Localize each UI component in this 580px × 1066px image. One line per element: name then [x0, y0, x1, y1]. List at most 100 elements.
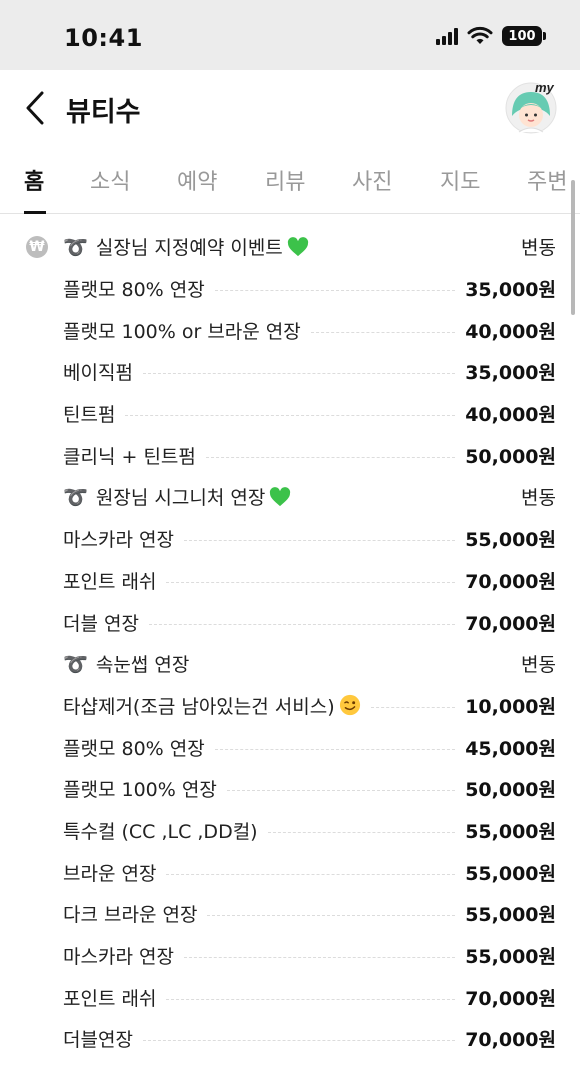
dotted-leader — [142, 1040, 456, 1042]
price-row-name: 포인트 래쉬 — [63, 984, 156, 1011]
price-row-name: ➰ 속눈썹 연장 — [63, 650, 189, 677]
dotted-leader — [214, 290, 456, 292]
price-row-price: 55,000원 — [465, 904, 556, 927]
price-row-price: 변동 — [521, 487, 556, 510]
battery-icon: 100 — [502, 26, 546, 46]
price-row: 브라운 연장 55,000원 — [0, 851, 580, 893]
price-row: 마스카라 연장 55,000원 — [0, 518, 580, 560]
price-row-price: 변동 — [521, 237, 556, 260]
price-row: 플랫모 100% 연장 50,000원 — [0, 768, 580, 810]
tab-nearby[interactable]: 주변 — [527, 164, 567, 196]
price-row-label: 포인트 래쉬 — [63, 987, 157, 1010]
price-row-price: 50,000원 — [465, 445, 556, 468]
price-row-price: 70,000원 — [465, 612, 556, 635]
price-row-label: 타샵제거(조금 남아있는건 서비스) — [63, 695, 335, 718]
my-profile-avatar[interactable]: my — [504, 80, 558, 134]
dotted-leader — [142, 373, 456, 375]
avatar-badge: my — [535, 80, 555, 95]
tab-reservation[interactable]: 예약 — [177, 164, 217, 196]
price-row-label: 플랫모 100% 연장 — [63, 779, 217, 802]
price-row-label: 원장님 시그니처 연장 — [95, 487, 266, 510]
ribbon-icon: ➰ — [63, 234, 88, 259]
price-row-price: 55,000원 — [465, 529, 556, 552]
tab-news[interactable]: 소식 — [90, 164, 130, 196]
tab-reviews[interactable]: 리뷰 — [265, 164, 305, 196]
price-row-name: 다크 브라운 연장 — [63, 900, 197, 927]
price-row-label: 베이직펌 — [63, 362, 133, 385]
ribbon-icon: ➰ — [63, 484, 88, 509]
price-row-name: 베이직펌 — [63, 358, 133, 385]
tab-photos[interactable]: 사진 — [352, 164, 392, 196]
price-row: 플랫모 100% or 브라운 연장 40,000원 — [0, 309, 580, 351]
cellular-signal-icon — [436, 27, 458, 45]
price-row-name: 마스카라 연장 — [63, 525, 174, 552]
price-row-name: 플랫모 100% 연장 — [63, 775, 217, 802]
price-row: 포인트 래쉬 70,000원 — [0, 976, 580, 1018]
winking-face-icon — [339, 694, 361, 716]
price-row: 마스카라 연장 55,000원 — [0, 935, 580, 977]
price-row-label: 실장님 지정예약 이벤트 — [95, 237, 283, 260]
price-row-label: 포인트 래쉬 — [63, 570, 157, 593]
dotted-leader — [370, 706, 456, 708]
dotted-leader — [207, 915, 456, 917]
price-row-label: 틴트펌 — [63, 404, 116, 427]
dotted-leader — [183, 957, 456, 959]
price-row: ➰ 원장님 시그니처 연장 변동 — [0, 476, 580, 518]
won-currency-icon: ₩ — [26, 236, 48, 258]
price-row-price: 35,000원 — [465, 279, 556, 302]
chevron-left-icon — [26, 91, 44, 125]
price-row-label: 다크 브라운 연장 — [63, 904, 198, 927]
price-row-name: ➰ 실장님 지정예약 이벤트 — [63, 233, 309, 260]
dotted-leader — [183, 540, 456, 542]
dotted-leader — [166, 873, 456, 875]
dotted-leader — [214, 748, 456, 750]
status-time: 10:41 — [64, 24, 143, 52]
price-row-label: 더블연장 — [63, 1029, 133, 1052]
dotted-leader — [166, 581, 456, 583]
price-row-price: 50,000원 — [465, 779, 556, 802]
price-row-price: 55,000원 — [465, 820, 556, 843]
price-row-label: 브라운 연장 — [63, 862, 157, 885]
price-row: 플랫모 80% 연장 45,000원 — [0, 726, 580, 768]
price-row: ➰ 실장님 지정예약 이벤트 변동 — [0, 226, 580, 268]
dotted-leader — [205, 456, 456, 458]
price-rows: ➰ 실장님 지정예약 이벤트 변동 플랫모 80% 연장 35,000원 플랫모 100%… — [0, 226, 580, 1060]
tab-home[interactable]: 홈 — [24, 164, 44, 196]
price-row-label: 속눈썹 연장 — [95, 654, 190, 677]
price-row-label: 플랫모 80% 연장 — [63, 737, 205, 760]
price-row-name: 플랫모 80% 연장 — [63, 275, 205, 302]
price-row-name: 포인트 래쉬 — [63, 567, 156, 594]
price-row-name: 타샵제거(조금 남아있는건 서비스) — [63, 692, 361, 719]
price-row-name: 플랫모 80% 연장 — [63, 734, 205, 761]
price-row-price: 70,000원 — [465, 570, 556, 593]
dotted-leader — [226, 790, 456, 792]
price-row-price: 35,000원 — [465, 362, 556, 385]
price-row-name: ➰ 원장님 시그니처 연장 — [63, 483, 291, 510]
price-row: 클리닉 + 틴트펌 50,000원 — [0, 434, 580, 476]
price-row-name: 더블 연장 — [63, 609, 139, 636]
price-row: 특수컬 (CC ,LC ,DD컬) 55,000원 — [0, 810, 580, 852]
price-row: 더블 연장 70,000원 — [0, 601, 580, 643]
dotted-leader — [310, 331, 456, 333]
dotted-leader — [267, 831, 456, 833]
price-row: 타샵제거(조금 남아있는건 서비스) 10,000원 — [0, 685, 580, 727]
price-row-price: 70,000원 — [465, 1029, 556, 1052]
dotted-leader — [166, 998, 456, 1000]
dotted-leader — [148, 623, 456, 625]
price-row-price: 변동 — [521, 654, 556, 677]
status-bar: 10:41 100 — [0, 0, 580, 70]
price-row-name: 브라운 연장 — [63, 859, 156, 886]
price-row: 플랫모 80% 연장 35,000원 — [0, 268, 580, 310]
price-row-price: 40,000원 — [465, 320, 556, 343]
price-row: 틴트펌 40,000원 — [0, 393, 580, 435]
price-row-price: 70,000원 — [465, 987, 556, 1010]
price-row-name: 클리닉 + 틴트펌 — [63, 442, 196, 469]
dotted-leader — [125, 415, 456, 417]
back-button[interactable] — [18, 88, 52, 128]
tab-map[interactable]: 지도 — [440, 164, 480, 196]
green-heart-icon — [287, 236, 309, 257]
price-row-price: 10,000원 — [465, 695, 556, 718]
price-row: ➰ 속눈썹 연장 변동 — [0, 643, 580, 685]
price-row-label: 특수컬 (CC ,LC ,DD컬) — [63, 820, 258, 843]
page-title: 뷰티수 — [66, 97, 141, 128]
